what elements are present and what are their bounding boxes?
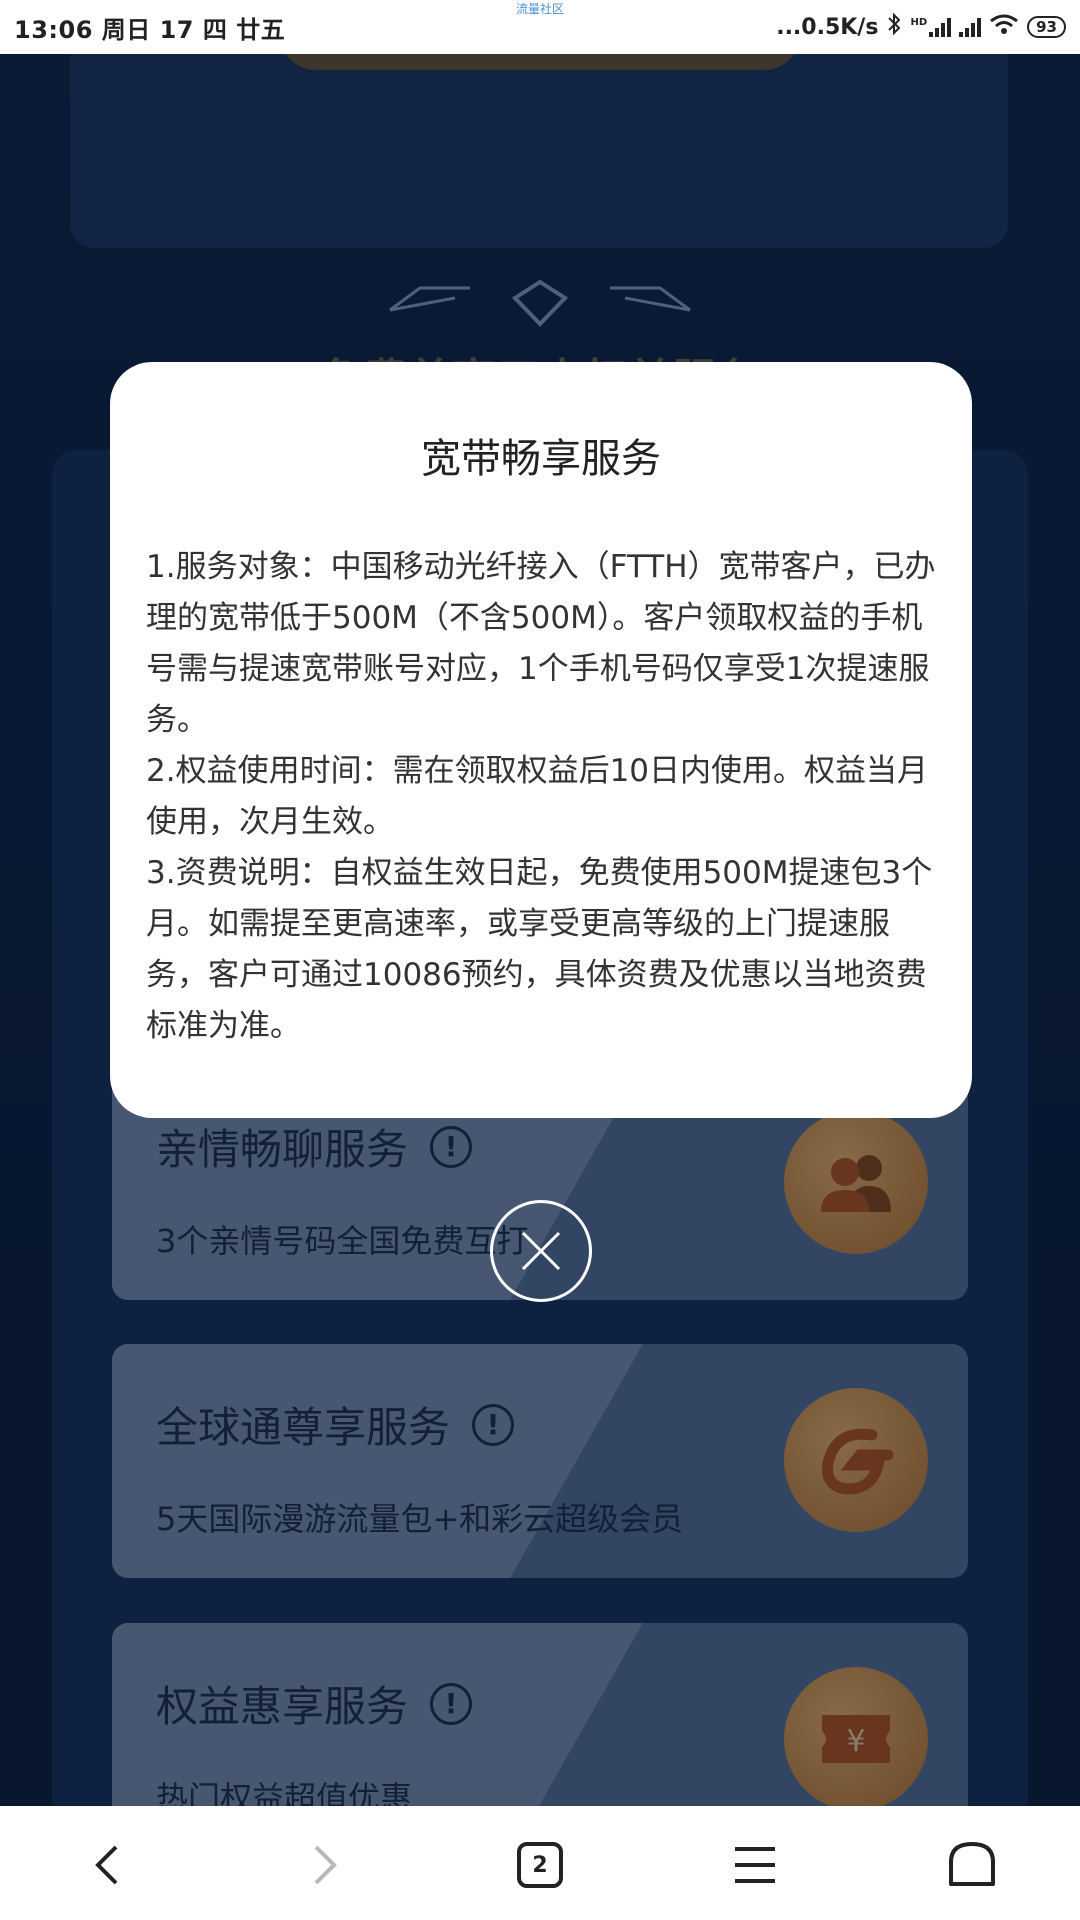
bluetooth-icon	[886, 12, 902, 42]
home-icon	[949, 1842, 995, 1886]
info-modal: 宽带畅享服务 1.服务对象：中国移动光纤接入（FTTH）宽带客户，已办理的宽带低…	[110, 362, 972, 1118]
chevron-left-icon	[95, 1845, 118, 1885]
browser-bottom-nav: 2	[0, 1806, 1080, 1920]
hd-label: HD	[910, 17, 928, 28]
modal-paragraph: 2.权益使用时间：需在领取权益后10日内使用。权益当月使用，次月生效。	[146, 753, 929, 840]
hd-signal-icon: HD	[910, 17, 952, 37]
status-bar: 13:06 周日 17 四 廿五 流量社区 ...0.5K/s HD 93	[0, 0, 1080, 54]
hamburger-menu-icon	[735, 1847, 775, 1883]
battery-indicator: 93	[1027, 16, 1066, 38]
home-button[interactable]	[937, 1830, 1007, 1900]
back-button[interactable]	[72, 1830, 142, 1900]
forward-button[interactable]	[290, 1830, 360, 1900]
close-icon	[521, 1231, 561, 1271]
wifi-icon	[989, 13, 1019, 41]
modal-title: 宽带畅享服务	[421, 436, 661, 482]
chevron-right-icon	[314, 1845, 337, 1885]
signal-icon	[959, 17, 982, 37]
tab-count: 2	[517, 1842, 563, 1888]
tabs-button[interactable]: 2	[505, 1830, 575, 1900]
modal-paragraph: 1.服务对象：中国移动光纤接入（FTTH）宽带客户，已办理的宽带低于500M（不…	[146, 549, 936, 738]
modal-paragraph: 3.资费说明：自权益生效日起，免费使用500M提速包3个月。如需提至更高速率，或…	[146, 855, 933, 1044]
status-icons: ...0.5K/s HD 93	[776, 12, 1066, 42]
net-speed: ...0.5K/s	[776, 14, 879, 40]
close-button[interactable]	[490, 1200, 592, 1302]
menu-button[interactable]	[720, 1830, 790, 1900]
modal-body: 1.服务对象：中国移动光纤接入（FTTH）宽带客户，已办理的宽带低于500M（不…	[146, 542, 946, 1052]
